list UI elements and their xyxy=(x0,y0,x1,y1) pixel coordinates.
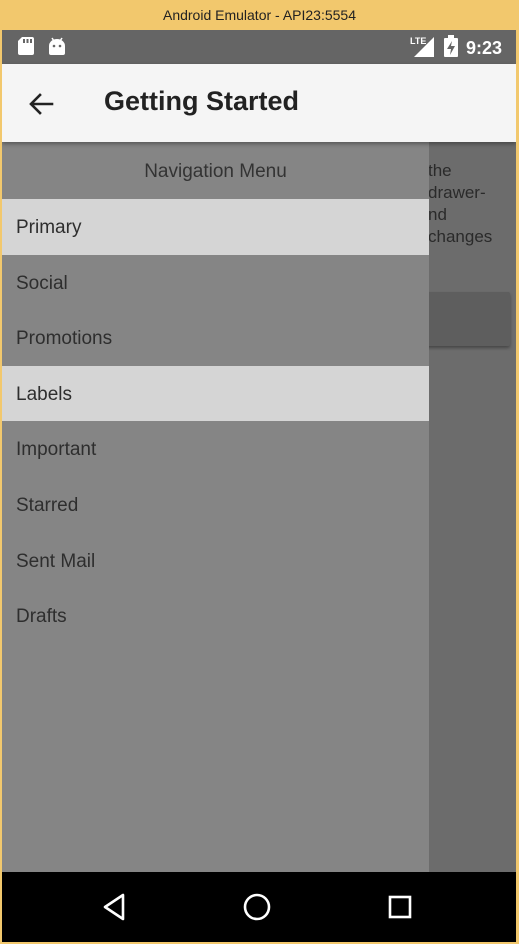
sd-card-icon xyxy=(18,37,34,60)
android-icon xyxy=(48,37,66,60)
menu-item-promotions[interactable]: Promotions xyxy=(2,310,429,366)
battery-icon xyxy=(443,35,458,62)
nav-recents-button[interactable] xyxy=(383,890,417,924)
menu-item-sent-mail[interactable]: Sent Mail xyxy=(2,533,429,589)
signal-icon: LTE xyxy=(410,35,436,62)
content-text: the drawer- nd changes xyxy=(428,161,493,246)
status-time: 9:23 xyxy=(465,38,502,58)
arrow-back-icon xyxy=(29,93,54,115)
system-nav-bar xyxy=(2,872,516,942)
drawer-header: Navigation Menu xyxy=(144,161,287,182)
back-button[interactable] xyxy=(26,89,56,119)
menu-item-starred[interactable]: Starred xyxy=(2,477,429,533)
nav-back-button[interactable] xyxy=(99,890,133,924)
network-type-label: LTE xyxy=(410,36,426,46)
menu-item-important[interactable]: Important xyxy=(2,421,429,477)
menu-item-drafts[interactable]: Drafts xyxy=(2,588,429,644)
recents-square-icon xyxy=(388,895,412,919)
menu-item-labels[interactable]: Labels xyxy=(2,365,429,422)
app-bar: Getting Started xyxy=(2,64,516,142)
back-triangle-icon xyxy=(103,893,125,921)
menu-item-social[interactable]: Social xyxy=(2,255,429,311)
home-circle-icon xyxy=(243,893,271,921)
status-bar: LTE 9:23 xyxy=(2,30,516,64)
window-title: Android Emulator - API23:5554 xyxy=(0,0,519,30)
page-title: Getting Started xyxy=(104,86,300,116)
device-screen: LTE 9:23 Getting Started the drawer- nd … xyxy=(2,30,516,942)
content-button[interactable] xyxy=(422,292,510,346)
navigation-drawer: Navigation Menu Primary Social Promotion… xyxy=(2,142,429,872)
menu-item-primary[interactable]: Primary xyxy=(2,199,429,255)
nav-home-button[interactable] xyxy=(240,890,274,924)
